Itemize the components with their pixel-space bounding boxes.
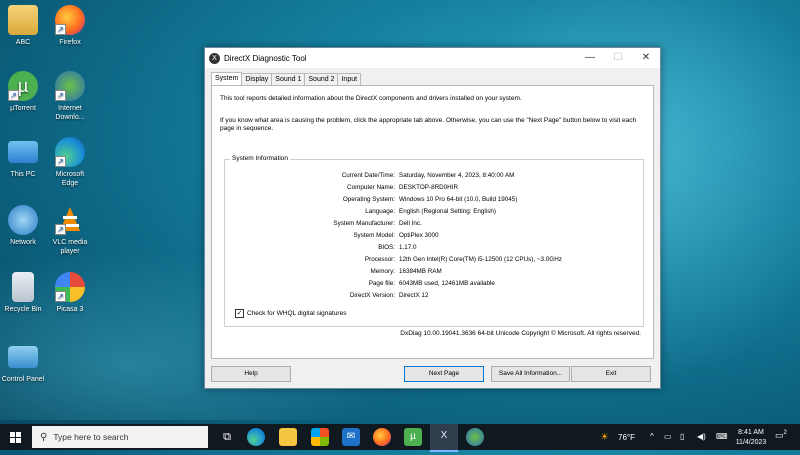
tab-sound-1[interactable]: Sound 1 [271,73,306,85]
windows-logo-icon [10,432,21,443]
mail-icon[interactable]: ✉ [342,428,360,446]
info-row-computer-name: Computer Name: DESKTOP-8RD0HIR [347,184,459,191]
task-view-icon[interactable]: ⧉ [218,428,236,446]
desktop-icon-utorrent[interactable]: µ ↗ µTorrent [0,71,49,113]
picasa-icon: ↗ [55,272,85,302]
instructions-text: If you know what area is causing the pro… [220,117,637,132]
maximize-button[interactable]: ☐ [604,48,632,68]
tab-system[interactable]: System [211,72,243,85]
system-tab-panel: This tool reports detailed information a… [211,85,654,359]
notification-center-icon[interactable]: ▭2 [775,430,787,441]
group-title: System Information [230,155,290,162]
vlc-icon: ↗ [55,205,85,235]
tab-bar: System Display Sound 1 Sound 2 Input [211,72,362,85]
desktop-icon-edge[interactable]: ↗ Microsoft Edge [44,137,96,188]
recycle-bin-icon [12,272,34,302]
taskbar: ⚲ Type here to search ⧉ ✉ µ X ☀ 76°F ^ ▭… [0,424,800,452]
battery-tray-icon[interactable]: ▯ [680,432,684,441]
weather-icon[interactable]: ☀ [600,432,609,443]
dxdiag-window: X DirectX Diagnostic Tool — ☐ ✕ System D… [204,47,661,389]
window-title: DirectX Diagnostic Tool [224,53,307,63]
notification-count: 2 [783,430,787,436]
checkbox-checked-icon[interactable]: ✓ [235,309,244,318]
exit-button[interactable]: Exit [571,366,651,382]
taskbar-search-box[interactable]: ⚲ Type here to search [32,426,208,448]
control-panel-icon [8,346,38,368]
system-information-group: System Information Current Date/Time: Sat… [224,155,644,327]
minimize-button[interactable]: — [576,48,604,68]
desktop-icon-firefox[interactable]: ↗ Firefox [44,5,96,47]
help-button[interactable]: Help [211,366,291,382]
desktop-icon-network[interactable]: Network [0,205,49,247]
info-row-operating-system: Operating System: Windows 10 Pro 64-bit (… [342,196,518,203]
tab-sound-2[interactable]: Sound 2 [304,73,339,85]
info-row-manufacturer: System Manufacturer: Dell Inc. [333,220,422,227]
folder-icon [8,5,38,35]
search-placeholder: Type here to search [53,432,129,442]
idm-taskbar-icon[interactable] [466,428,484,446]
info-row-directx-version: DirectX Version: DirectX 12 [349,292,429,299]
tab-input[interactable]: Input [337,73,362,85]
tab-display[interactable]: Display [241,73,273,85]
weather-temperature[interactable]: 76°F [618,433,635,442]
info-row-bios: BIOS: 1.17.0 [378,244,417,251]
microsoft-store-icon[interactable] [311,428,329,446]
info-row-language: Language: English (Regional Setting: Engl… [365,208,496,215]
info-row-processor: Processor: 12th Gen Intel(R) Core(TM) i5-… [364,256,562,263]
search-icon: ⚲ [40,431,48,443]
desktop-icon-abc[interactable]: ABC [0,5,49,47]
info-row-page-file: Page file: 6043MB used, 12461MB available [368,280,495,287]
desktop-icon-recycle-bin[interactable]: Recycle Bin [0,272,49,314]
desktop-icon-picasa[interactable]: ↗ Picasa 3 [44,272,96,314]
copyright-footer: DxDiag 10.00.19041.3636 64-bit Unicode C… [400,330,641,337]
desktop-icon-vlc[interactable]: ↗ VLC media player [44,205,96,256]
desktop-icon-idm[interactable]: ↗ Internet Downlo... [44,71,96,122]
whql-checkbox[interactable]: ✓ Check for WHQL digital signatures [235,309,346,318]
dxdiag-taskbar-icon[interactable]: X [430,424,458,452]
window-titlebar[interactable]: X DirectX Diagnostic Tool — ☐ ✕ [205,48,660,68]
computer-icon [8,141,38,163]
whql-checkbox-label: Check for WHQL digital signatures [247,310,347,317]
desktop-icon-this-pc[interactable]: This PC [0,137,49,179]
directx-icon: X [209,52,220,64]
firefox-taskbar-icon[interactable] [373,428,391,446]
firefox-icon: ↗ [55,5,85,35]
info-row-date-time: Current Date/Time: Saturday, November 4, … [341,172,515,179]
start-button[interactable] [0,424,32,450]
volume-icon[interactable]: ◀) [697,432,706,441]
clock-time: 8:41 AM [738,429,764,436]
info-row-model: System Model: OptiPlex 3000 [353,232,439,239]
next-page-button[interactable]: Next Page [404,366,484,382]
clock[interactable]: 8:41 AM 11/4/2023 [734,428,768,448]
edge-taskbar-icon[interactable] [247,428,265,446]
utorrent-icon: µ ↗ [8,71,38,101]
close-button[interactable]: ✕ [632,48,660,68]
language-icon[interactable]: ⌨ [716,432,728,441]
file-explorer-icon[interactable] [279,428,297,446]
desktop-icon-control-panel[interactable]: Control Panel [0,342,49,384]
internet-download-manager-icon: ↗ [55,71,85,101]
intro-text: This tool reports detailed information a… [220,95,522,102]
info-row-memory: Memory: 16384MB RAM [370,268,442,275]
edge-icon: ↗ [55,137,85,167]
clock-date: 11/4/2023 [735,439,767,446]
save-all-information-button[interactable]: Save All Information... [491,366,570,382]
show-hidden-icons-icon[interactable]: ^ [650,432,654,441]
network-tray-icon[interactable]: ▭ [664,432,672,441]
utorrent-taskbar-icon[interactable]: µ [404,428,422,446]
network-icon [8,205,38,235]
